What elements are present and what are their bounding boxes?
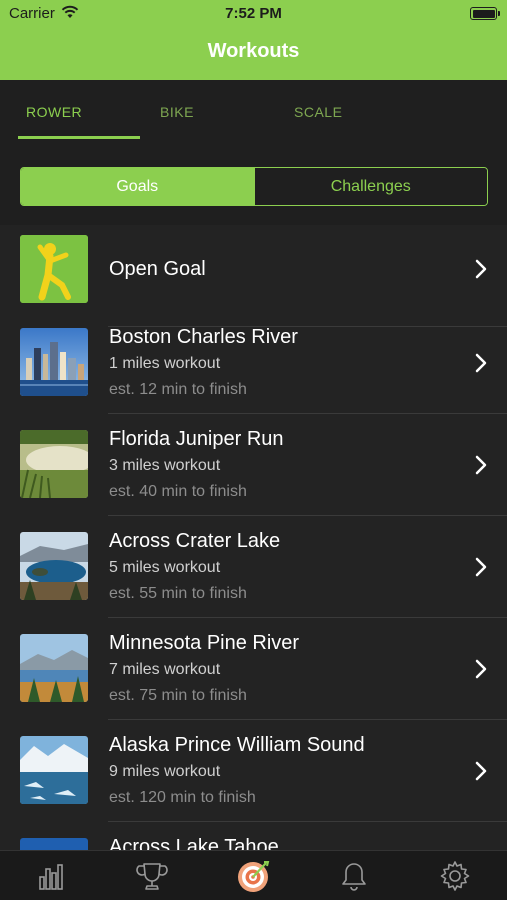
boston-skyline-photo [20, 328, 88, 396]
workout-row-across-lake-tahoe[interactable]: Across Lake Tahoe [0, 822, 507, 850]
crater-lake-photo [20, 532, 88, 600]
workout-distance: 9 miles workout [109, 763, 221, 780]
pine-river-photo [20, 634, 88, 702]
gear-icon[interactable] [438, 859, 472, 893]
workout-distance: 3 miles workout [109, 457, 221, 474]
chevron-right-icon [475, 353, 487, 373]
workout-estimate: est. 12 min to finish [109, 381, 247, 398]
workout-row-florida-juniper-run[interactable]: Florida Juniper Run 3 miles workout est.… [0, 414, 507, 516]
workout-name: Minnesota Pine River [109, 632, 300, 654]
florida-river-photo [20, 430, 88, 498]
workout-name: Across Crater Lake [109, 530, 281, 552]
workout-name: Alaska Prince William Sound [109, 734, 365, 756]
tab-rower[interactable]: ROWER [26, 104, 82, 120]
stats-icon[interactable] [35, 859, 69, 893]
goals-challenges-segment: Goals Challenges [20, 167, 488, 206]
clock: 7:52 PM [225, 5, 282, 22]
nav-header: Carrier 7:52 PM Workouts [0, 0, 507, 80]
workout-estimate: est. 75 min to finish [109, 687, 247, 704]
bell-icon[interactable] [337, 859, 371, 893]
workout-name: Boston Charles River [109, 326, 298, 348]
workout-estimate: est. 120 min to finish [109, 789, 256, 806]
tab-scale[interactable]: SCALE [294, 104, 342, 120]
alaska-glacier-photo [20, 736, 88, 804]
workout-estimate: est. 40 min to finish [109, 483, 247, 500]
chevron-right-icon [475, 455, 487, 475]
goals-segment-button[interactable]: Goals [21, 168, 254, 205]
trophy-icon[interactable] [135, 859, 169, 893]
chevron-right-icon [475, 761, 487, 781]
chevron-right-icon [475, 259, 487, 279]
workout-name: Florida Juniper Run [109, 428, 284, 450]
battery-icon [470, 7, 500, 20]
chevron-right-icon [475, 557, 487, 577]
workout-distance: 1 miles workout [109, 355, 221, 372]
stick-figure-icon [20, 235, 88, 303]
challenges-segment-button[interactable]: Challenges [253, 168, 487, 205]
workout-distance: 5 miles workout [109, 559, 221, 576]
workout-row-boston-charles-river[interactable]: Boston Charles River 1 miles workout est… [0, 312, 507, 414]
workout-name: Open Goal [109, 258, 206, 280]
bottom-tab-bar [0, 850, 507, 900]
device-tabs: ROWER BIKE SCALE [0, 80, 507, 142]
status-bar: Carrier 7:52 PM [0, 0, 507, 28]
workout-distance: 7 miles workout [109, 661, 221, 678]
tab-bike[interactable]: BIKE [160, 104, 194, 120]
page-title: Workouts [207, 40, 300, 62]
active-tab-indicator [18, 136, 140, 139]
workout-row-alaska-prince-william-sound[interactable]: Alaska Prince William Sound 9 miles work… [0, 720, 507, 822]
workout-row-minnesota-pine-river[interactable]: Minnesota Pine River 7 miles workout est… [0, 618, 507, 720]
lake-tahoe-photo [20, 838, 88, 850]
target-icon[interactable] [236, 859, 270, 893]
workout-row-across-crater-lake[interactable]: Across Crater Lake 5 miles workout est. … [0, 516, 507, 618]
workout-list: Open Goal Boston Charles River 1 miles w… [0, 225, 507, 850]
workout-estimate: est. 55 min to finish [109, 585, 247, 602]
chevron-right-icon [475, 659, 487, 679]
workout-name: Across Lake Tahoe [109, 836, 279, 850]
